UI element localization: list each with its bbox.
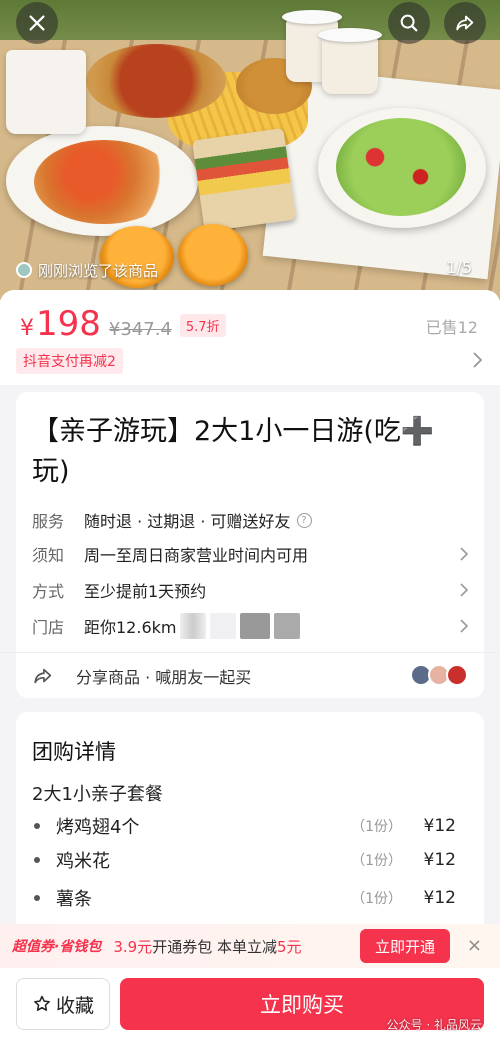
method-value: 至少提前1天预约 bbox=[84, 582, 207, 601]
photo-salad bbox=[336, 118, 466, 216]
avatar bbox=[446, 664, 468, 686]
share-icon bbox=[34, 668, 52, 684]
list-item: 薯条 （1份） ¥12 bbox=[34, 884, 470, 912]
sold-count: 已售12 bbox=[425, 318, 478, 337]
chevron-right-icon bbox=[460, 583, 469, 597]
current-price: ¥ 198 bbox=[20, 304, 101, 344]
bullet-icon bbox=[34, 895, 40, 901]
coupon-text-mid: 开通券包 本单立减 bbox=[152, 937, 277, 956]
search-icon bbox=[400, 14, 418, 32]
close-icon bbox=[29, 15, 45, 31]
coupon-reduce: 5元 bbox=[276, 937, 302, 956]
favorite-button[interactable]: 收藏 bbox=[16, 978, 110, 1030]
search-button[interactable] bbox=[388, 2, 430, 44]
share-product-row[interactable]: 分享商品 · 喊朋友一起买 bbox=[32, 662, 468, 690]
notice-row[interactable]: 须知 周一至周日商家营业时间内可用 bbox=[32, 540, 470, 568]
share-divider bbox=[0, 652, 500, 653]
chevron-right-icon bbox=[460, 547, 469, 561]
photo-drink-cup bbox=[6, 50, 86, 134]
coupon-banner[interactable]: 超值券·省钱包 3.9元开通券包 本单立减5元 立即开通 × bbox=[0, 924, 500, 968]
photo-sandwich bbox=[192, 128, 296, 232]
item-qty: （1份） bbox=[351, 819, 402, 835]
service-key: 服务 bbox=[32, 512, 65, 531]
photo-sauce-bowl bbox=[178, 224, 248, 286]
item-price: ¥12 bbox=[423, 816, 456, 836]
booking-method-row[interactable]: 方式 至少提前1天预约 bbox=[32, 576, 470, 604]
item-qty: （1份） bbox=[351, 853, 402, 869]
coupon-text: 3.9元开通券包 本单立减5元 bbox=[113, 936, 301, 957]
item-name: 鸡米花 bbox=[56, 851, 110, 872]
photo-basket bbox=[86, 44, 226, 118]
package-name: 2大1小亲子套餐 bbox=[32, 784, 163, 805]
detail-title: 团购详情 bbox=[32, 740, 116, 764]
list-item: 鸡米花 （1份） ¥12 bbox=[34, 846, 470, 874]
item-qty: （1份） bbox=[351, 891, 402, 907]
service-row[interactable]: 服务 随时退 · 过期退 · 可赠送好友 ? bbox=[32, 506, 470, 534]
star-icon bbox=[34, 995, 50, 1011]
share-label: 分享商品 · 喊朋友一起买 bbox=[76, 668, 252, 687]
currency-symbol: ¥ bbox=[20, 316, 34, 341]
item-price: ¥12 bbox=[423, 888, 456, 908]
coupon-brand: 超值券·省钱包 bbox=[12, 939, 102, 955]
redacted-store-name bbox=[240, 613, 271, 639]
photo-pasta bbox=[34, 140, 174, 224]
product-title: 【亲子游玩】2大1小一日游(吃➕玩) bbox=[32, 416, 435, 487]
price-row: ¥ 198 ¥347.4 5.7折 bbox=[20, 304, 226, 344]
service-value: 随时退 · 过期退 · 可赠送好友 bbox=[84, 512, 291, 531]
share-arrow-icon bbox=[456, 15, 474, 31]
bullet-icon bbox=[34, 857, 40, 863]
price-section: ¥ 198 ¥347.4 5.7折 已售12 抖音支付再减2 bbox=[0, 290, 500, 385]
viewer-avatar-icon bbox=[16, 262, 32, 278]
close-icon[interactable]: × bbox=[467, 935, 482, 956]
redacted-store-name bbox=[210, 613, 237, 639]
store-key: 门店 bbox=[32, 618, 65, 637]
recently-viewed-tag: 刚刚浏览了该商品 bbox=[16, 257, 158, 283]
coupon-amount: 3.9元 bbox=[113, 937, 153, 956]
chevron-right-icon[interactable] bbox=[470, 350, 484, 370]
friend-avatars bbox=[410, 664, 468, 686]
list-item: 烤鸡翅4个 （1份） ¥12 bbox=[34, 812, 470, 840]
activate-coupon-button[interactable]: 立即开通 bbox=[360, 929, 450, 963]
help-icon[interactable]: ? bbox=[296, 512, 312, 528]
chevron-right-icon bbox=[460, 619, 469, 633]
share-button[interactable] bbox=[444, 2, 486, 44]
current-price-value: 198 bbox=[36, 304, 101, 344]
notice-key: 须知 bbox=[32, 546, 65, 565]
method-key: 方式 bbox=[32, 582, 65, 601]
close-button[interactable] bbox=[16, 2, 58, 44]
store-row[interactable]: 门店 距你12.6km bbox=[32, 612, 470, 640]
item-price: ¥12 bbox=[423, 850, 456, 870]
favorite-label: 收藏 bbox=[55, 994, 94, 1017]
payment-promo-badge[interactable]: 抖音支付再减2 bbox=[16, 348, 123, 374]
item-name: 烤鸡翅4个 bbox=[56, 817, 140, 838]
store-distance: 距你12.6km bbox=[84, 618, 177, 637]
bullet-icon bbox=[34, 823, 40, 829]
bottom-action-bar: 收藏 立即购买 公众号 · 礼品风云 bbox=[0, 968, 500, 1042]
watermark: 公众号 · 礼品风云 bbox=[386, 1018, 482, 1032]
item-name: 薯条 bbox=[56, 889, 92, 910]
original-price: ¥347.4 bbox=[108, 319, 172, 340]
redacted-store-name bbox=[274, 613, 301, 639]
photo-coffee-cup bbox=[318, 28, 382, 94]
notice-value: 周一至周日商家营业时间内可用 bbox=[84, 546, 309, 565]
product-image-carousel[interactable]: 刚刚浏览了该商品 1/5 bbox=[0, 0, 500, 300]
image-pager: 1/5 bbox=[446, 258, 472, 277]
redacted-store-name bbox=[180, 613, 207, 639]
discount-badge: 5.7折 bbox=[179, 314, 226, 337]
recently-viewed-label: 刚刚浏览了该商品 bbox=[38, 261, 159, 280]
